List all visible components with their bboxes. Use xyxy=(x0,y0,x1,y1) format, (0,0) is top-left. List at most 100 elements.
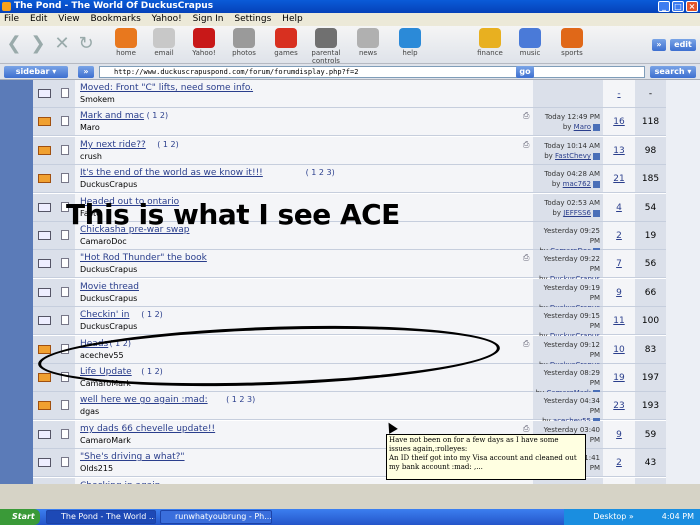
thread-title-link[interactable]: my dads 66 chevelle update!! xyxy=(80,424,215,434)
table-row[interactable]: Mark and mac( 1 2) Maro ⎙ Today 12:49 PM by … xyxy=(33,108,666,136)
desktop-toolbar[interactable]: Desktop xyxy=(593,512,626,521)
attachment-icon: ⎙ xyxy=(523,140,530,149)
replies-count[interactable]: 16 xyxy=(603,117,635,127)
replies-count[interactable]: 4 xyxy=(603,203,635,213)
forward-icon[interactable]: ❯ xyxy=(28,34,48,54)
forum-content[interactable]: Moved: Front "C" lifts, need some info. S… xyxy=(0,80,700,484)
replies-count[interactable]: 2 xyxy=(603,458,635,468)
go-to-last-post-icon[interactable] xyxy=(593,180,600,188)
menu-sign-in[interactable]: Sign In xyxy=(193,14,224,24)
go-button[interactable]: go xyxy=(516,66,534,78)
go-to-last-post-icon[interactable] xyxy=(593,152,600,160)
go-to-last-post-icon[interactable] xyxy=(593,209,600,217)
hot-folder-icon xyxy=(38,345,51,354)
table-row[interactable]: "Hot Rod Thunder" the book DuckusCrapus ⎙ Y… xyxy=(33,250,666,293)
menu-edit[interactable]: Edit xyxy=(30,14,47,24)
thread-status-cell xyxy=(33,165,55,192)
replies-count[interactable]: 11 xyxy=(603,316,635,326)
reload-icon[interactable]: ↻ xyxy=(76,34,96,54)
toolbar-button-games[interactable]: games xyxy=(268,28,304,57)
task-photobucket[interactable]: runwhatyoubrung - Ph... xyxy=(160,510,272,524)
minimize-button[interactable]: _ xyxy=(658,1,670,12)
maximize-button[interactable]: □ xyxy=(672,1,684,12)
replies-count[interactable]: 10 xyxy=(603,345,635,355)
toolbar-button-news[interactable]: news xyxy=(350,28,386,57)
table-row[interactable]: My next ride?? ( 1 2) crush ⎙ Today 10:14 AM… xyxy=(33,137,666,165)
replies-count[interactable]: 23 xyxy=(603,401,635,411)
menu-bookmarks[interactable]: Bookmarks xyxy=(90,14,140,24)
last-poster-link[interactable]: FastChevy xyxy=(555,152,591,160)
folder-icon xyxy=(38,430,51,439)
replies-count[interactable]: 9 xyxy=(603,288,635,298)
table-row[interactable]: well here we go again :mad: ( 1 2 3) dgas Y… xyxy=(33,392,666,425)
page-scrollbar[interactable] xyxy=(666,80,700,484)
menu-view[interactable]: View xyxy=(58,14,79,24)
replies-count[interactable]: 7 xyxy=(603,259,635,269)
toolbar-button-yahoo-[interactable]: Yahoo! xyxy=(186,28,222,57)
thread-page-links[interactable]: ( 1 2) xyxy=(147,111,169,120)
search-button[interactable]: search ▾ xyxy=(650,66,696,78)
post-icon xyxy=(61,258,69,268)
thread-page-links[interactable]: ( 1 2 3) xyxy=(226,395,255,404)
last-post-date: Yesterday 09:19 PM xyxy=(543,284,600,302)
menu-settings[interactable]: Settings xyxy=(234,14,271,24)
thread-status-cell xyxy=(33,137,55,164)
thread-page-links[interactable]: ( 1 2 3) xyxy=(306,168,335,177)
thread-author: crush xyxy=(80,152,102,161)
sidebar-button[interactable]: sidebar ▾ xyxy=(4,66,68,78)
toolbar-button-parental-controls[interactable]: parental controls xyxy=(308,28,344,65)
back-icon[interactable]: ❮ xyxy=(4,34,24,54)
thread-title-link[interactable]: "She's driving a what?" xyxy=(80,452,185,462)
toolbar-button-photos[interactable]: photos xyxy=(226,28,262,57)
thread-title-link[interactable]: Mark and mac xyxy=(80,111,144,121)
thread-title-link[interactable]: Movie thread xyxy=(80,282,139,292)
replies-count[interactable]: 13 xyxy=(603,146,635,156)
page-margin-left xyxy=(0,80,33,484)
last-poster-link[interactable]: Maro xyxy=(574,123,591,131)
thread-page-links[interactable]: ( 1 2) xyxy=(141,310,163,319)
toolbar-button-finance[interactable]: finance xyxy=(472,28,508,57)
edit-button[interactable]: edit xyxy=(670,39,696,51)
replies-count[interactable]: 9 xyxy=(603,430,635,440)
replies-count[interactable]: 21 xyxy=(603,174,635,184)
replies-count[interactable]: 19 xyxy=(603,373,635,383)
thread-title-link[interactable]: My next ride?? xyxy=(80,140,146,150)
start-button[interactable]: Start xyxy=(0,509,40,525)
toolbar-button-label: home xyxy=(116,49,136,57)
menu-help[interactable]: Help xyxy=(282,14,303,24)
menu-yahoo[interactable]: Yahoo! xyxy=(152,14,182,24)
thread-title-cell: Moved: Front "C" lifts, need some info. S… xyxy=(75,80,533,107)
menu-file[interactable]: File xyxy=(4,14,19,24)
go-to-last-post-icon[interactable] xyxy=(593,123,600,131)
thread-page-links[interactable]: ( 1 2) xyxy=(157,140,179,149)
close-button[interactable]: × xyxy=(686,1,698,12)
thread-title-link[interactable]: It's the end of the world as we know it!… xyxy=(80,168,263,178)
url-input[interactable]: http://www.duckuscrapuspond.com/forum/fo… xyxy=(99,66,645,78)
table-row[interactable]: Movie thread DuckusCrapus Yesterday 09:19 … xyxy=(33,279,666,322)
thread-title-link[interactable]: Checkin' in xyxy=(80,310,129,320)
post-icon xyxy=(61,230,69,240)
ball-icon xyxy=(561,28,583,48)
toolbar-button-email[interactable]: email xyxy=(146,28,182,57)
replies-count[interactable]: - xyxy=(603,89,635,99)
toolbar-button-home[interactable]: home xyxy=(108,28,144,57)
table-row[interactable]: It's the end of the world as we know it!… xyxy=(33,165,666,193)
expand-button[interactable]: » xyxy=(78,66,94,78)
more-button[interactable]: » xyxy=(652,39,666,51)
last-poster-link[interactable]: mac762 xyxy=(563,180,591,188)
replies-cell: 7 xyxy=(603,250,635,277)
last-poster-link[interactable]: JEFFSS6 xyxy=(563,209,591,217)
thread-title-cell: "Hot Rod Thunder" the book DuckusCrapus ⎙ xyxy=(75,250,533,277)
stop-icon[interactable]: ✕ xyxy=(52,34,72,54)
table-row[interactable]: Moved: Front "C" lifts, need some info. S… xyxy=(33,80,666,108)
thread-title-link[interactable]: Moved: Front "C" lifts, need some info. xyxy=(80,83,253,93)
thread-title-link[interactable]: well here we go again :mad: xyxy=(80,395,208,405)
thread-title-link[interactable]: "Hot Rod Thunder" the book xyxy=(80,253,207,263)
replies-count[interactable]: 2 xyxy=(603,231,635,241)
toolbar-button-help[interactable]: help xyxy=(392,28,428,57)
task-browser[interactable]: The Pond - The World ... xyxy=(46,510,156,524)
window-titlebar[interactable]: The Pond - The World Of DuckusCrapus _ □… xyxy=(0,0,700,13)
toolbar-button-music[interactable]: music xyxy=(512,28,548,57)
toolbar-button-sports[interactable]: sports xyxy=(554,28,590,57)
thread-author: dgas xyxy=(80,407,100,416)
